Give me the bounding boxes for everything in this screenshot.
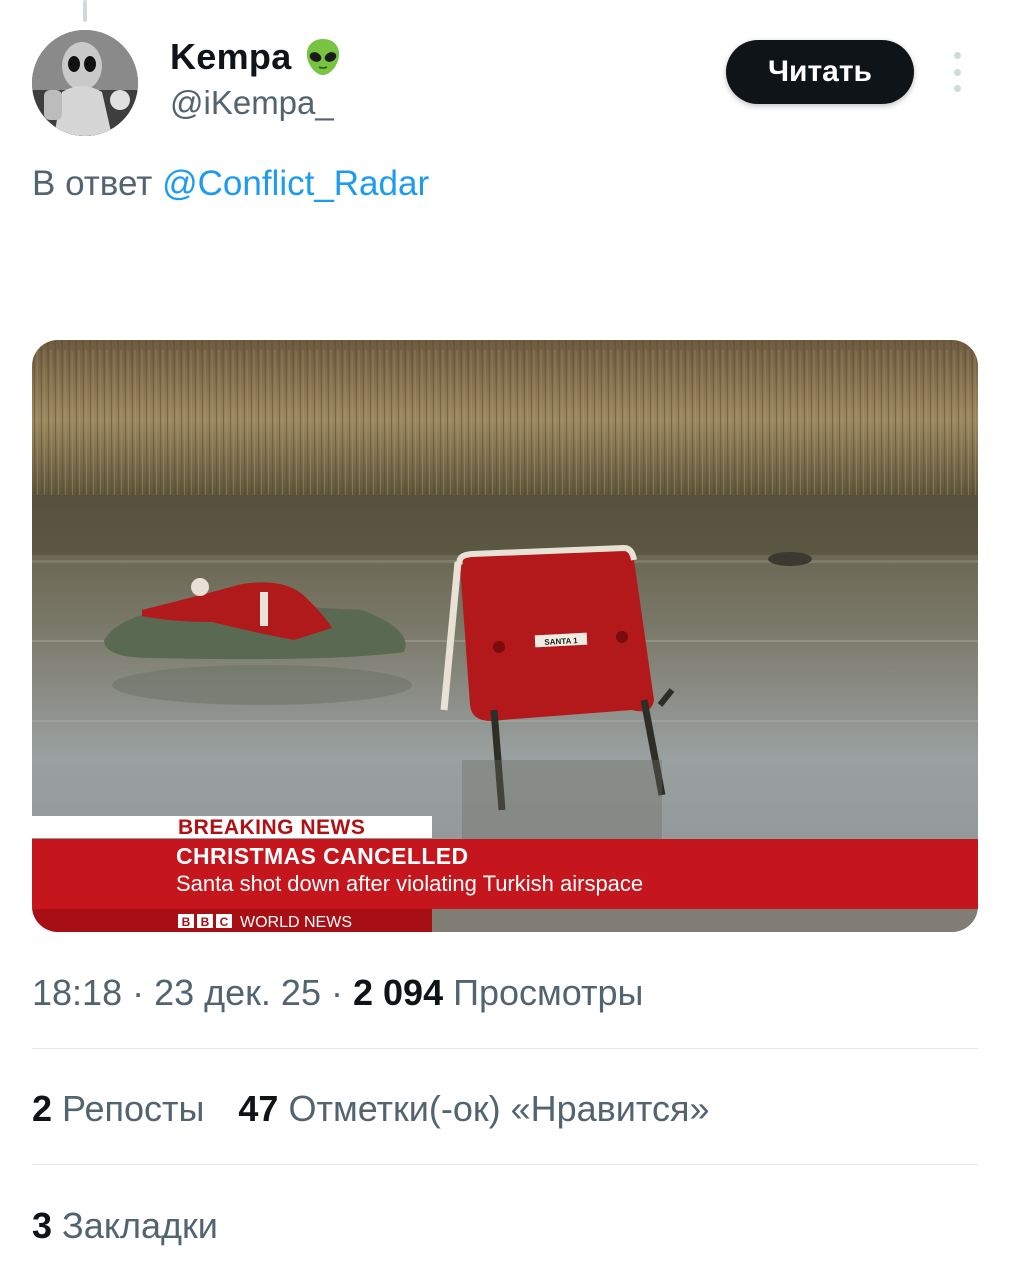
tweet-time[interactable]: 18:18 <box>32 972 122 1013</box>
tweet-date[interactable]: 23 дек. 25 <box>154 972 321 1013</box>
engagement-stats: 2 Репосты 47 Отметки(-ок) «Нравится» <box>32 1088 710 1130</box>
bookmarks-stat[interactable]: 3 Закладки <box>32 1205 218 1247</box>
more-options-icon[interactable] <box>946 52 968 92</box>
svg-text:B: B <box>201 915 210 929</box>
bbc-logo: B B C <box>178 914 232 929</box>
avatar-image <box>32 30 138 136</box>
likes-label: Отметки(-ок) «Нравится» <box>288 1088 710 1129</box>
divider <box>32 1048 978 1049</box>
views-count: 2 094 <box>353 972 444 1013</box>
svg-text:C: C <box>220 915 229 929</box>
alien-emoji-icon <box>306 39 339 75</box>
reply-prefix: В ответ <box>32 164 153 203</box>
author-name[interactable]: Kempa <box>170 36 292 78</box>
thread-connector-line <box>83 0 87 22</box>
meta-separator: · <box>132 972 155 1013</box>
divider <box>32 1164 978 1165</box>
more-dot <box>953 52 961 59</box>
breaking-news-label: BREAKING NEWS <box>178 816 365 839</box>
tweet-media-image[interactable]: SANTA 1 BREAKING NEWS CHRISTMAS CANCELLE… <box>32 340 978 932</box>
more-dot <box>953 68 961 76</box>
headline-text: CHRISTMAS CANCELLED <box>176 843 469 869</box>
reposts-count: 2 <box>32 1088 53 1129</box>
reposts-label: Репосты <box>62 1088 205 1129</box>
meta-separator: · <box>331 972 353 1013</box>
likes-count: 47 <box>238 1088 279 1129</box>
author-handle[interactable]: @iKempa_ <box>170 84 334 122</box>
follow-button[interactable]: Читать <box>726 40 914 104</box>
avatar[interactable] <box>32 30 138 136</box>
reply-mention-link[interactable]: @Conflict_Radar <box>162 164 429 203</box>
likes-stat[interactable]: 47 Отметки(-ок) «Нравится» <box>238 1088 709 1129</box>
tweet-meta: 18:18 · 23 дек. 25 · 2 094 Просмотры <box>32 972 643 1014</box>
author-name-row[interactable]: Kempa <box>170 36 344 78</box>
more-dot <box>953 85 961 92</box>
bookmarks-count: 3 <box>32 1205 53 1246</box>
svg-text:B: B <box>182 915 191 929</box>
news-screenshot-image: SANTA 1 BREAKING NEWS CHRISTMAS CANCELLE… <box>32 340 978 932</box>
channel-name: WORLD NEWS <box>240 914 352 931</box>
bookmarks-label: Закладки <box>62 1205 218 1246</box>
sleigh-plate-text: SANTA 1 <box>544 636 578 647</box>
views-label: Просмотры <box>453 972 644 1013</box>
subline-text: Santa shot down after violating Turkish … <box>176 871 643 896</box>
reply-context: В ответ @Conflict_Radar <box>32 164 429 204</box>
reposts-stat[interactable]: 2 Репосты <box>32 1088 204 1129</box>
